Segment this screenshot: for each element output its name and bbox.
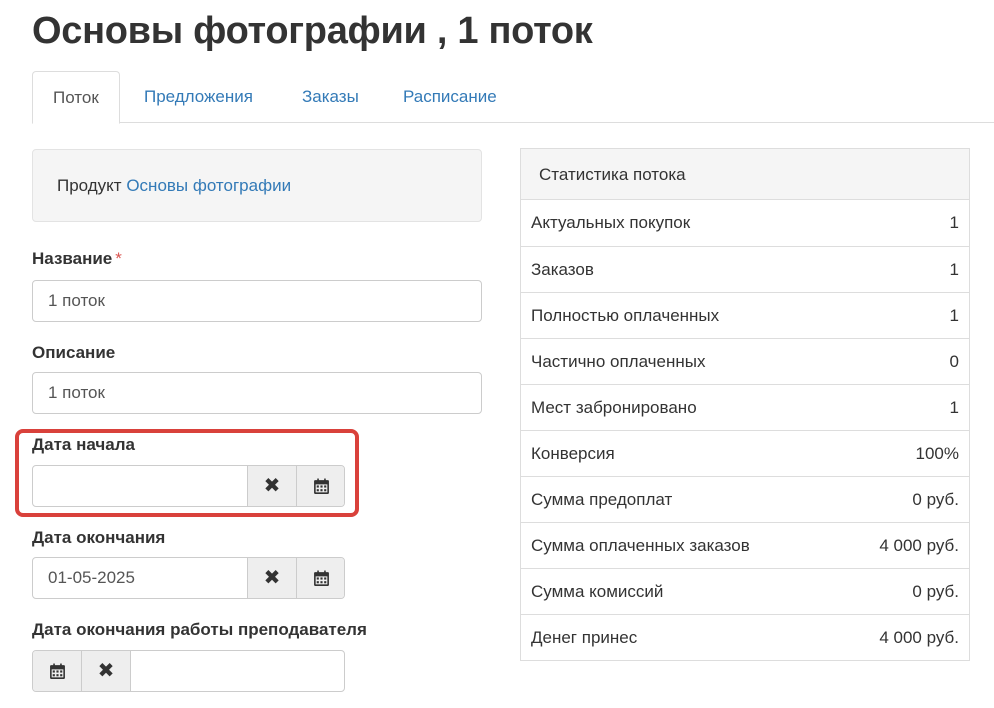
end-date-label: Дата окончания	[32, 528, 166, 547]
stats-row: Заказов 1	[521, 246, 969, 292]
close-icon: ✖	[263, 567, 281, 589]
stats-row-value: 0 руб.	[912, 489, 959, 509]
stats-row: Полностью оплаченных 1	[521, 292, 969, 338]
stats-row: Конверсия 100%	[521, 430, 969, 476]
tab-offers[interactable]: Предложения	[124, 71, 273, 123]
end-date-field: 01-05-2025 ✖	[32, 557, 345, 599]
start-date-clear-button[interactable]: ✖	[247, 466, 296, 506]
name-label-text: Название	[32, 249, 113, 268]
stats-row-label: Частично оплаченных	[531, 351, 706, 371]
end-date-calendar-button[interactable]	[296, 558, 344, 598]
product-line: Продукт Основы фотографии	[57, 176, 291, 196]
stats-row-label: Заказов	[531, 259, 594, 279]
tab-stream[interactable]: Поток	[32, 71, 120, 124]
close-icon: ✖	[97, 660, 115, 682]
stats-row: Актуальных покупок 1	[521, 200, 969, 246]
start-date-calendar-button[interactable]	[296, 466, 344, 506]
teacher-end-date-field: ✖	[32, 650, 345, 692]
stats-row-label: Полностью оплаченных	[531, 305, 720, 325]
tab-bar: Поток Предложения Заказы Расписание	[32, 71, 994, 124]
stats-row: Мест забронировано 1	[521, 384, 969, 430]
product-prefix: Продукт	[57, 176, 122, 195]
stats-row-value: 1	[949, 259, 959, 279]
page-title: Основы фотографии , 1 поток	[32, 10, 593, 52]
product-link[interactable]: Основы фотографии	[126, 176, 291, 195]
close-icon: ✖	[263, 475, 281, 497]
stats-row: Сумма оплаченных заказов 4 000 руб.	[521, 522, 969, 568]
stats-list: Актуальных покупок 1 Заказов 1 Полностью о…	[521, 200, 969, 660]
name-label: Название *	[32, 249, 122, 269]
end-date-clear-button[interactable]: ✖	[247, 558, 296, 598]
start-date-field: ✖	[32, 465, 345, 507]
teacher-end-date-calendar-button[interactable]	[33, 651, 82, 691]
stats-row-value: 1	[949, 397, 959, 417]
stats-heading: Статистика потока	[521, 149, 969, 200]
teacher-end-date-label: Дата окончания работы преподавателя	[32, 620, 367, 639]
name-input[interactable]: 1 поток	[32, 280, 482, 322]
stats-row-label: Сумма предоплат	[531, 489, 673, 509]
start-date-label: Дата начала	[32, 435, 135, 454]
description-label: Описание	[32, 343, 116, 362]
stats-row-value: 4 000 руб.	[879, 627, 959, 647]
stats-row: Сумма предоплат 0 руб.	[521, 476, 969, 522]
stats-row-label: Сумма оплаченных заказов	[531, 535, 750, 555]
tab-schedule[interactable]: Расписание	[383, 71, 517, 123]
stats-row-value: 4 000 руб.	[879, 535, 959, 555]
stats-row: Сумма комиссий 0 руб.	[521, 568, 969, 614]
stats-row-value: 1	[949, 213, 959, 232]
end-date-input[interactable]: 01-05-2025	[33, 558, 247, 598]
calendar-icon	[313, 478, 329, 494]
calendar-icon	[49, 663, 65, 679]
teacher-end-date-clear-button[interactable]: ✖	[82, 651, 131, 691]
stats-row-label: Сумма комиссий	[531, 581, 664, 601]
stats-row-value: 0	[949, 351, 959, 371]
calendar-icon	[313, 570, 329, 586]
stats-row-label: Актуальных покупок	[531, 213, 691, 232]
stats-row-value: 0 руб.	[912, 581, 959, 601]
stats-row-label: Конверсия	[531, 443, 615, 463]
stats-row-value: 100%	[915, 443, 959, 463]
description-input[interactable]: 1 поток	[32, 372, 482, 414]
tab-orders[interactable]: Заказы	[282, 71, 379, 123]
start-date-input[interactable]	[33, 466, 247, 506]
stream-stats-panel: Статистика потока Актуальных покупок 1 За…	[520, 148, 970, 661]
product-info-panel: Продукт Основы фотографии	[32, 149, 482, 222]
stats-row: Денег принес 4 000 руб.	[521, 614, 969, 660]
stats-row-label: Денег принес	[531, 627, 638, 647]
required-marker: *	[115, 249, 122, 268]
stats-row: Частично оплаченных 0	[521, 338, 969, 384]
teacher-end-date-input[interactable]	[131, 651, 344, 691]
stats-row-label: Мест забронировано	[531, 397, 697, 417]
stats-row-value: 1	[949, 305, 959, 325]
